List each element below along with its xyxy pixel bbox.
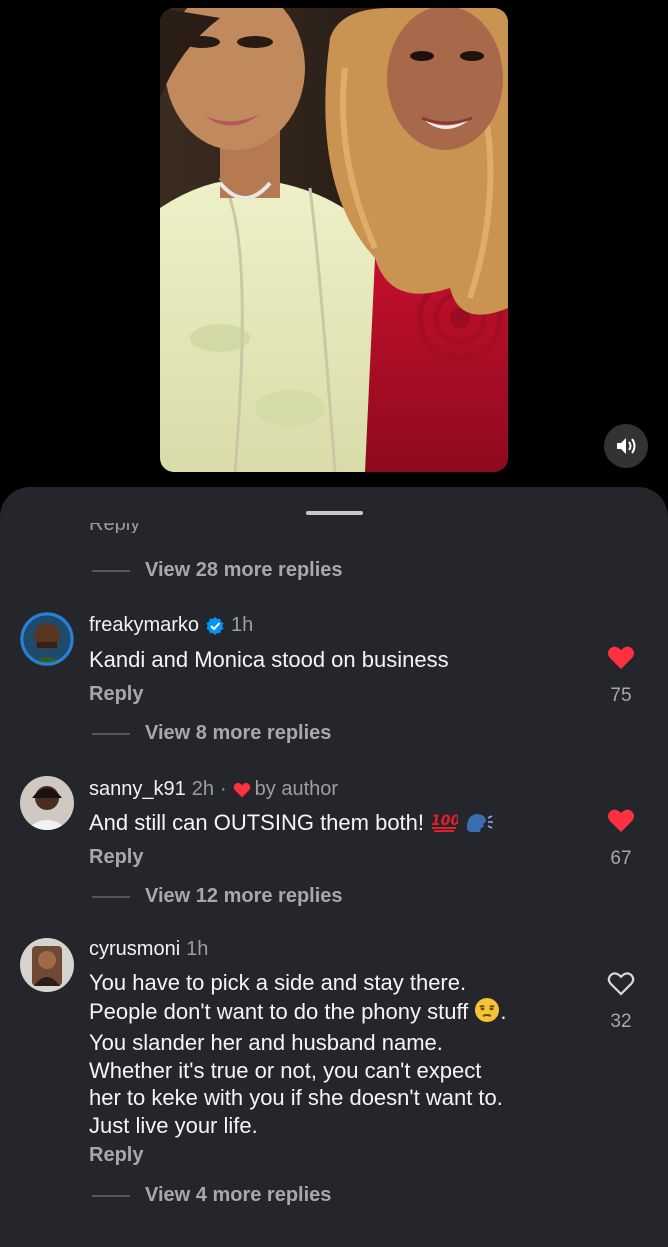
like-button[interactable]	[604, 645, 638, 675]
view-more-label: View 8 more replies	[145, 722, 332, 744]
timestamp: 1h	[231, 614, 254, 636]
comment-meta: freakymarko 1h	[89, 614, 253, 637]
view-more-label: View 4 more replies	[145, 1184, 332, 1206]
avatar[interactable]	[20, 776, 74, 830]
heart-filled-icon	[608, 646, 634, 669]
unamused-face-emoji	[474, 997, 500, 1030]
post-photo[interactable]	[160, 8, 508, 472]
avatar-image	[20, 776, 74, 830]
view-more-replies-button[interactable]: View 8 more replies	[92, 722, 331, 745]
timestamp: 1h	[186, 938, 209, 960]
comment-line: You have to pick a side and stay there.	[89, 970, 467, 995]
separator: ·	[220, 778, 227, 800]
view-more-label: View 12 more replies	[145, 885, 343, 907]
comment-line: Just live your life.	[89, 1112, 258, 1138]
comment-meta: sanny_k91 2h · by author	[89, 778, 338, 801]
media-area	[0, 0, 668, 500]
speaker-icon	[617, 438, 636, 454]
liked-by-author-label: by author	[254, 778, 339, 800]
like-button[interactable]	[604, 808, 638, 838]
username[interactable]: sanny_k91	[89, 778, 186, 801]
speaking-head-emoji	[464, 810, 494, 841]
like-count: 32	[610, 1011, 632, 1032]
view-more-replies-button[interactable]: View 4 more replies	[92, 1184, 331, 1207]
view-more-replies-button[interactable]: View 28 more replies	[92, 559, 343, 582]
like-count: 75	[610, 685, 632, 706]
reply-button[interactable]: Reply	[89, 1144, 143, 1167]
comment-line: Whether it's true or not, you can't expe…	[89, 1057, 482, 1083]
view-more-label: View 28 more replies	[145, 559, 343, 581]
thread-line	[92, 569, 130, 572]
reply-button[interactable]: Reply	[89, 683, 143, 706]
avatar[interactable]	[20, 612, 74, 666]
comments-sheet: Reply View 28 more replies freakymarko	[0, 487, 668, 1247]
comment-line: You slander her and husband name.	[89, 1030, 443, 1055]
comment-text-body: And still can OUTSING them both!	[89, 810, 425, 835]
heart-outline-icon	[607, 972, 635, 996]
verified-badge-icon	[205, 616, 225, 636]
author-heart-icon	[233, 782, 250, 797]
heart-filled-icon	[608, 809, 634, 832]
reply-button[interactable]: Reply	[89, 846, 143, 869]
clipped-reply-label: Reply	[89, 523, 140, 533]
username[interactable]: cyrusmoni	[89, 938, 180, 961]
comment-line: People don't want to do the phony stuff …	[89, 997, 579, 1030]
avatar[interactable]	[20, 938, 74, 992]
sound-toggle-button[interactable]	[604, 424, 648, 468]
comment-text: Kandi and Monica stood on business	[89, 647, 449, 672]
photo-illustration	[160, 8, 508, 472]
sheet-drag-handle[interactable]	[306, 511, 363, 515]
hundred-points-emoji: 100	[430, 810, 461, 841]
view-more-replies-button[interactable]: View 12 more replies	[92, 885, 343, 908]
like-button[interactable]	[604, 971, 638, 1001]
comment-line: her to keke with you if she doesn't want…	[89, 1085, 503, 1110]
username[interactable]: freakymarko	[89, 614, 199, 637]
thread-line	[92, 1194, 130, 1197]
comment-meta: cyrusmoni 1h	[89, 938, 208, 961]
comment-text: And still can OUTSING them both! 100	[89, 809, 579, 841]
thread-line	[92, 895, 130, 898]
svg-text:100: 100	[431, 813, 458, 829]
comment-text: You have to pick a side and stay there. …	[89, 969, 579, 1139]
avatar-image	[20, 612, 74, 666]
timestamp: 2h	[191, 778, 214, 800]
like-count: 67	[610, 848, 632, 869]
avatar-image	[20, 938, 74, 992]
thread-line	[92, 732, 130, 735]
